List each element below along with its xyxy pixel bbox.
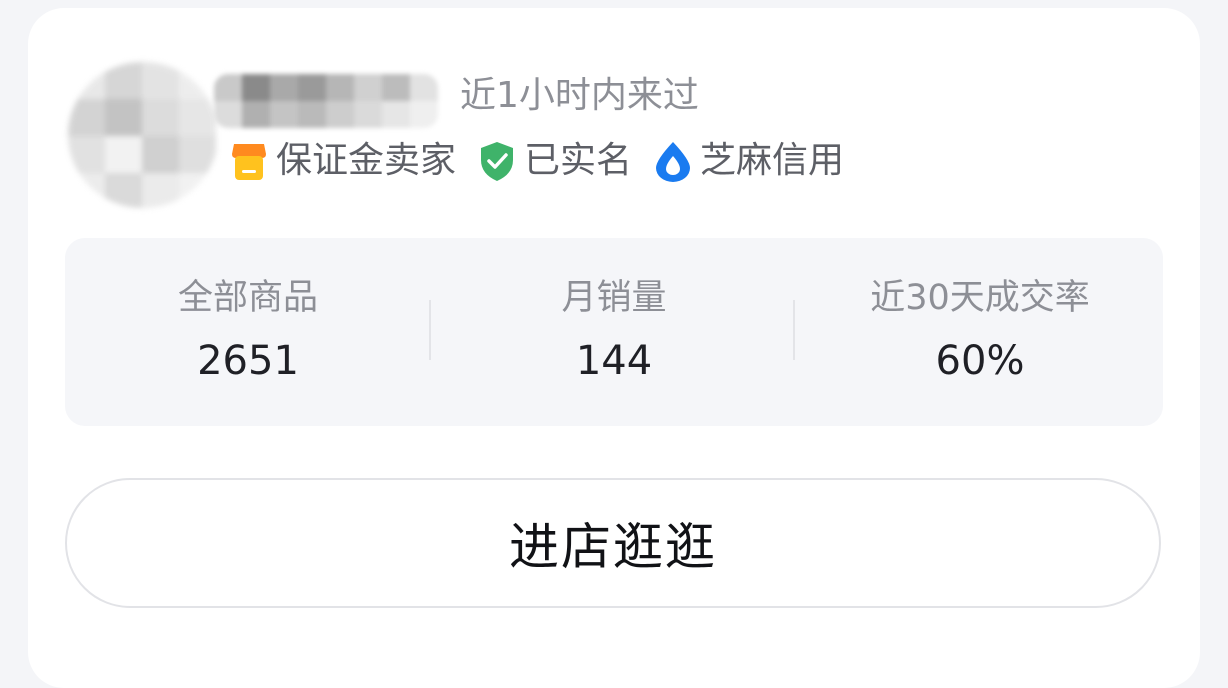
stat-value: 2651 xyxy=(197,338,299,384)
seller-badges: 保证金卖家 已实名 芝麻信用 xyxy=(230,136,866,186)
stat-divider xyxy=(793,300,795,360)
enter-shop-button[interactable]: 进店逛逛 xyxy=(65,478,1161,608)
sesame-credit-icon xyxy=(656,142,691,182)
stat-value: 60% xyxy=(935,338,1025,384)
badge-label: 保证金卖家 xyxy=(276,140,457,181)
stat-monthly-sales[interactable]: 月销量 144 xyxy=(431,276,797,386)
stat-all-products[interactable]: 全部商品 2651 xyxy=(65,276,431,386)
badge-sesame-credit[interactable]: 芝麻信用 xyxy=(654,139,844,183)
stat-label: 全部商品 xyxy=(177,278,318,318)
shop-stats-panel: 全部商品 2651 月销量 144 近30天成交率 60% xyxy=(65,238,1163,426)
last-seen-text: 近1小时内来过 xyxy=(460,75,699,116)
stat-label: 近30天成交率 xyxy=(870,278,1090,318)
seller-nickname-redacted[interactable] xyxy=(214,74,438,128)
seller-avatar[interactable] xyxy=(68,62,218,208)
badge-label: 已实名 xyxy=(524,140,633,181)
stat-label: 月销量 xyxy=(561,278,667,318)
stat-transaction-rate[interactable]: 近30天成交率 60% xyxy=(797,276,1163,386)
stat-value: 144 xyxy=(575,338,653,384)
shield-check-icon xyxy=(481,142,514,181)
badge-label: 芝麻信用 xyxy=(700,140,845,181)
badge-deposit-seller[interactable]: 保证金卖家 xyxy=(230,139,456,183)
badge-verified[interactable]: 已实名 xyxy=(478,139,632,183)
enter-shop-label: 进店逛逛 xyxy=(509,518,717,576)
storefront-icon xyxy=(232,144,266,180)
